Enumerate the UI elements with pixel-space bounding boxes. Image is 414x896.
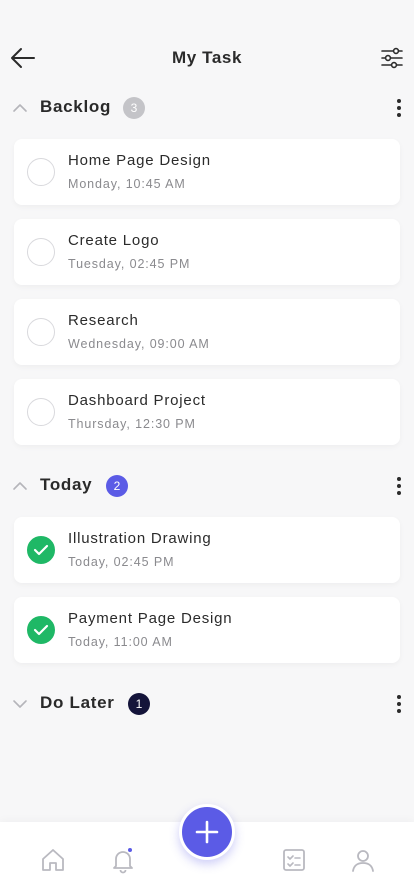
more-vertical-icon[interactable] bbox=[394, 692, 404, 716]
home-icon[interactable] bbox=[39, 846, 67, 874]
plus-icon bbox=[195, 820, 219, 844]
section-label: Backlog bbox=[40, 97, 112, 116]
task-time: Tuesday, 02:45 PM bbox=[68, 257, 191, 271]
task-name: Illustration Drawing bbox=[68, 530, 212, 547]
more-vertical-icon[interactable] bbox=[394, 474, 404, 498]
notification-dot bbox=[128, 848, 132, 852]
task-time: Today, 11:00 AM bbox=[68, 635, 173, 649]
section-label: Do Later bbox=[40, 693, 115, 712]
task-card[interactable]: Payment Page Design Today, 11:00 AM bbox=[14, 597, 400, 663]
more-vertical-icon[interactable] bbox=[394, 96, 404, 120]
section-header-today[interactable]: Today 2 bbox=[0, 471, 414, 501]
task-card[interactable]: Research Wednesday, 09:00 AM bbox=[14, 299, 400, 365]
task-card[interactable]: Dashboard Project Thursday, 12:30 PM bbox=[14, 379, 400, 445]
task-card[interactable]: Home Page Design Monday, 10:45 AM bbox=[14, 139, 400, 205]
checkmark-icon bbox=[33, 544, 49, 556]
task-checkbox[interactable] bbox=[27, 238, 55, 266]
task-checkbox[interactable] bbox=[27, 318, 55, 346]
task-time: Thursday, 12:30 PM bbox=[68, 417, 196, 431]
checkmark-icon bbox=[33, 624, 49, 636]
task-time: Today, 02:45 PM bbox=[68, 555, 175, 569]
task-time: Wednesday, 09:00 AM bbox=[68, 337, 210, 351]
task-name: Research bbox=[68, 312, 139, 329]
chevron-up-icon[interactable] bbox=[12, 101, 28, 115]
profile-icon[interactable] bbox=[349, 846, 377, 874]
bell-icon[interactable] bbox=[109, 846, 137, 874]
task-checkbox-checked[interactable] bbox=[27, 616, 55, 644]
chevron-up-icon[interactable] bbox=[12, 479, 28, 493]
task-list-icon[interactable] bbox=[280, 846, 308, 874]
section-header-backlog[interactable]: Backlog 3 bbox=[0, 93, 414, 123]
task-checkbox[interactable] bbox=[27, 398, 55, 426]
top-bar: My Task bbox=[0, 36, 414, 80]
task-name: Home Page Design bbox=[68, 152, 211, 169]
task-name: Payment Page Design bbox=[68, 610, 233, 627]
count-badge: 2 bbox=[106, 475, 128, 497]
task-name: Create Logo bbox=[68, 232, 160, 249]
chevron-down-icon[interactable] bbox=[12, 697, 28, 711]
count-badge: 1 bbox=[128, 693, 150, 715]
filter-sliders-icon[interactable] bbox=[380, 46, 404, 70]
task-checkbox[interactable] bbox=[27, 158, 55, 186]
task-time: Monday, 10:45 AM bbox=[68, 177, 186, 191]
page-title: My Task bbox=[171, 48, 243, 67]
section-label: Today bbox=[40, 475, 93, 494]
task-card[interactable]: Create Logo Tuesday, 02:45 PM bbox=[14, 219, 400, 285]
task-checkbox-checked[interactable] bbox=[27, 536, 55, 564]
task-card[interactable]: Illustration Drawing Today, 02:45 PM bbox=[14, 517, 400, 583]
task-name: Dashboard Project bbox=[68, 392, 206, 409]
add-task-button[interactable] bbox=[179, 804, 235, 860]
section-header-do-later[interactable]: Do Later 1 bbox=[0, 689, 414, 719]
count-badge: 3 bbox=[123, 97, 145, 119]
